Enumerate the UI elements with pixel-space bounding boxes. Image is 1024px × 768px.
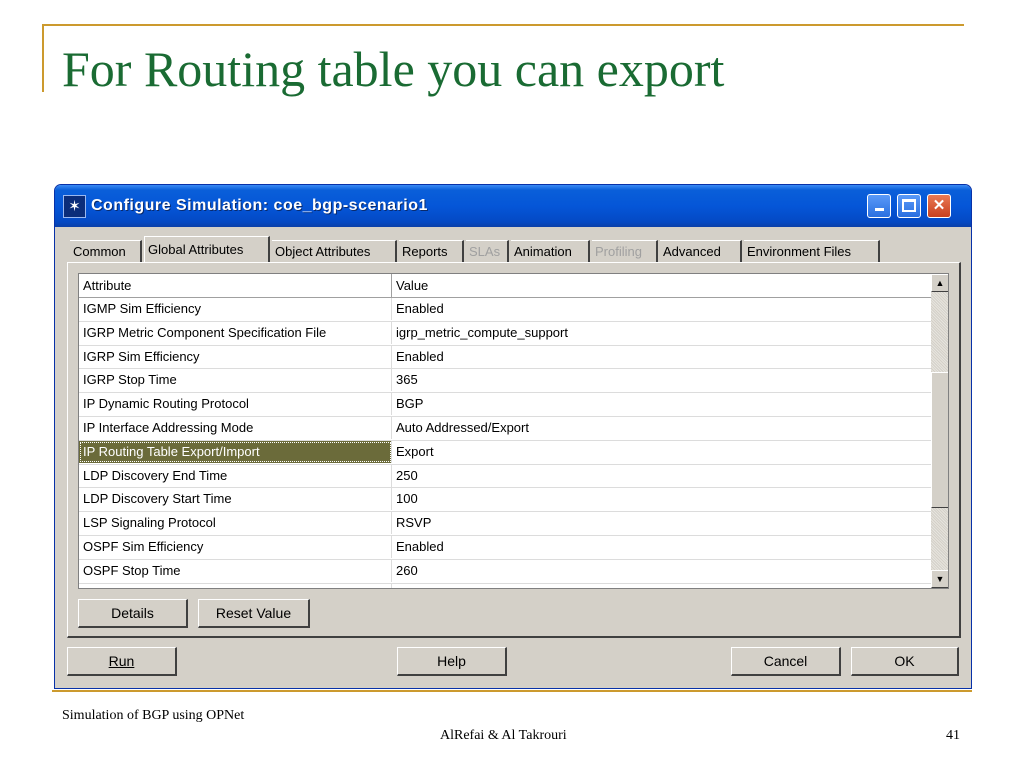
maximize-icon <box>902 199 916 212</box>
attribute-cell[interactable]: IGRP Metric Component Specification File <box>79 321 392 344</box>
tab-common[interactable]: Common <box>70 240 142 262</box>
table-row[interactable]: IP Interface Addressing Mode Auto Address… <box>79 416 931 441</box>
global-attributes-panel: Attribute Value IGMP Sim Efficiency Enabl… <box>67 262 961 638</box>
run-button[interactable]: Run <box>67 647 177 676</box>
reset-value-button[interactable]: Reset Value <box>198 599 310 628</box>
value-cell[interactable]: igrp_metric_compute_support <box>392 322 931 344</box>
run-label: Run <box>108 653 135 669</box>
tab-global-attributes[interactable]: Global Attributes <box>144 236 270 262</box>
table-row[interactable]: LDP Discovery Start Time 100 <box>79 488 931 513</box>
tab-animation[interactable]: Animation <box>511 240 590 262</box>
value-cell[interactable]: 260 <box>392 560 931 582</box>
tab-environment-files[interactable]: Environment Files <box>744 240 880 262</box>
footer-authors: AlRefai & Al Takrouri <box>440 728 567 743</box>
attribute-cell[interactable]: IP Dynamic Routing Protocol <box>79 393 392 416</box>
tab-profiling: Profiling <box>592 240 658 262</box>
attribute-cell[interactable]: IGMP Sim Efficiency <box>79 298 392 320</box>
attribute-cell[interactable]: IGRP Sim Efficiency <box>79 345 392 368</box>
attribute-cell[interactable]: LDP Discovery Start Time <box>79 488 392 511</box>
cancel-label: Cancel <box>763 653 808 669</box>
tab-slas: SLAs <box>466 240 509 262</box>
details-button[interactable]: Details <box>78 599 188 628</box>
table-row[interactable]: IGMP Sim Efficiency Enabled <box>79 298 931 322</box>
scroll-thumb[interactable] <box>931 372 948 508</box>
table-row[interactable]: LDP Discovery End Time 250 <box>79 464 931 489</box>
table-row[interactable]: OSPF Stop Time 260 <box>79 559 931 584</box>
footer-rule <box>52 690 972 692</box>
table-row[interactable]: IP Routing Table Export/Import Export <box>79 440 931 465</box>
attribute-cell[interactable]: LSP Signaling Protocol <box>79 512 392 535</box>
attribute-cell[interactable]: OSPF Stop Time <box>79 559 392 582</box>
grid-header: Attribute Value <box>79 274 931 298</box>
maximize-button[interactable] <box>897 194 921 218</box>
close-icon: ✕ <box>932 197 946 214</box>
help-label: Help <box>437 653 466 669</box>
value-cell[interactable]: Export <box>392 441 931 463</box>
window-title: Configure Simulation: coe_bgp-scenario1 <box>91 197 428 214</box>
value-cell[interactable]: Enabled <box>392 346 931 368</box>
value-cell[interactable]: BGP <box>392 393 931 415</box>
column-header-value[interactable]: Value <box>392 274 931 297</box>
scroll-up-button[interactable]: ▲ <box>931 274 948 292</box>
arrow-down-icon: ▼ <box>935 574 945 584</box>
attribute-cell[interactable]: IP Routing Table Export/Import <box>79 440 392 463</box>
tab-reports[interactable]: Reports <box>399 240 464 262</box>
footer-left-text: Simulation of BGP using OPNet <box>62 708 245 723</box>
attribute-cell[interactable]: OSPF Sim Efficiency <box>79 535 392 558</box>
cancel-button[interactable]: Cancel <box>731 647 841 676</box>
slide-title: For Routing table you can export <box>62 41 725 97</box>
table-row[interactable]: OSPF Sim Efficiency Enabled <box>79 535 931 560</box>
title-rule-horizontal <box>44 24 964 26</box>
attribute-cell[interactable]: LDP Discovery End Time <box>79 464 392 487</box>
page-number: 41 <box>946 728 960 743</box>
value-cell[interactable]: Enabled <box>392 298 931 320</box>
table-row[interactable]: IP Dynamic Routing Protocol BGP <box>79 393 931 417</box>
table-row[interactable]: LSP Signaling Protocol RSVP <box>79 512 931 536</box>
ok-button[interactable]: OK <box>851 647 959 676</box>
close-button[interactable]: ✕ <box>927 194 951 218</box>
column-header-attribute[interactable]: Attribute <box>79 274 392 297</box>
attribute-cell[interactable]: IGRP Stop Time <box>79 369 392 392</box>
star-app-icon: ✶ <box>63 195 86 218</box>
table-row[interactable]: RIP Sim EfficiencyEnabled <box>79 583 931 588</box>
table-row[interactable]: IGRP Metric Component Specification File… <box>79 321 931 346</box>
attributes-grid: Attribute Value IGMP Sim Efficiency Enabl… <box>78 273 949 589</box>
value-cell[interactable]: 365 <box>392 369 931 391</box>
table-row[interactable]: IGRP Sim Efficiency Enabled <box>79 345 931 370</box>
attribute-cell[interactable]: IP Interface Addressing Mode <box>79 416 392 439</box>
value-cell[interactable]: 250 <box>392 465 931 487</box>
grid-rows: IGMP Sim Efficiency Enabled IGRP Metric Co… <box>79 298 931 588</box>
ok-label: OK <box>894 653 915 669</box>
value-cell[interactable]: 100 <box>392 488 931 510</box>
scroll-down-button[interactable]: ▼ <box>931 570 948 588</box>
arrow-up-icon: ▲ <box>935 278 945 288</box>
minimize-icon <box>874 208 884 211</box>
tab-advanced[interactable]: Advanced <box>660 240 742 262</box>
value-cell[interactable]: Enabled <box>392 584 931 588</box>
table-row[interactable]: IGRP Stop Time 365 <box>79 369 931 394</box>
tab-object-attributes[interactable]: Object Attributes <box>272 240 397 262</box>
configure-simulation-window: ✶ Configure Simulation: coe_bgp-scenario… <box>54 184 972 689</box>
help-button[interactable]: Help <box>397 647 507 676</box>
attribute-cell[interactable]: RIP Sim Efficiency <box>79 583 392 588</box>
window-titlebar[interactable]: ✶ Configure Simulation: coe_bgp-scenario… <box>55 185 971 227</box>
value-cell[interactable]: Auto Addressed/Export <box>392 417 931 439</box>
vertical-scrollbar[interactable]: ▲ ▼ <box>931 274 948 588</box>
minimize-button[interactable] <box>867 194 891 218</box>
value-cell[interactable]: RSVP <box>392 512 931 534</box>
value-cell[interactable]: Enabled <box>392 536 931 558</box>
title-rule-vertical <box>42 24 44 92</box>
